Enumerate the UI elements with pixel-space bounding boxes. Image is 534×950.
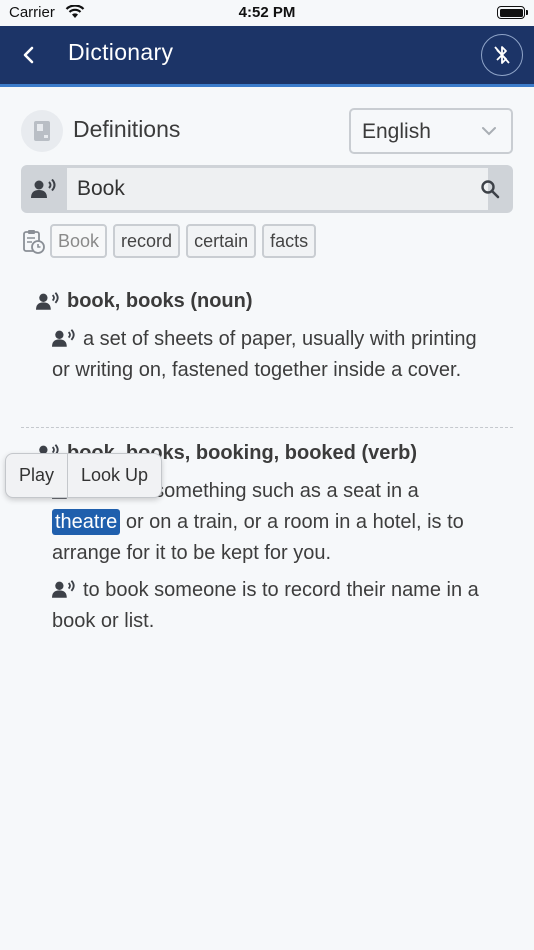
history-chips: Book record certain facts	[50, 224, 317, 258]
entry-heading-text: book, books (noun)	[67, 290, 253, 312]
text-selection-menu: Play Look Up	[5, 453, 163, 498]
definition-text: a set of sheets of paper, usually with p…	[52, 328, 477, 381]
chevron-left-icon	[23, 46, 34, 64]
battery-icon	[497, 6, 528, 19]
bluetooth-button[interactable]	[481, 34, 523, 76]
magnifier-icon	[481, 180, 500, 199]
definition-text: to book someone is to record their name …	[52, 579, 479, 632]
nav-title: Dictionary	[68, 39, 174, 65]
entry-heading[interactable]: book, books (noun)	[36, 290, 253, 313]
speaker-person-icon	[36, 292, 59, 310]
menu-item-play[interactable]: Play	[6, 454, 67, 497]
search-input[interactable]	[67, 168, 488, 210]
history-chip[interactable]: certain	[186, 224, 257, 258]
dictionary-icon-badge	[21, 110, 63, 152]
nav-bar: Dictionary	[0, 26, 534, 87]
speaker-person-icon	[52, 580, 75, 598]
back-button[interactable]	[12, 38, 46, 72]
clipboard-history-icon	[23, 230, 45, 254]
speaker-person-icon	[52, 329, 75, 347]
dictionary-book-icon	[34, 121, 50, 141]
history-chip[interactable]: record	[113, 224, 181, 258]
language-value: English	[362, 120, 431, 143]
bluetooth-off-icon	[494, 46, 510, 64]
speak-search-button[interactable]	[21, 165, 67, 213]
selected-word[interactable]: theatre	[52, 509, 121, 535]
clock: 4:52 PM	[238, 4, 296, 21]
definition[interactable]: a set of sheets of paper, usually with p…	[52, 324, 492, 386]
status-bar: Carrier 4:52 PM	[0, 0, 534, 26]
chevron-down-icon	[482, 127, 496, 136]
search-bar	[21, 165, 513, 213]
menu-item-look-up[interactable]: Look Up	[67, 454, 161, 497]
history-chip[interactable]: Book	[50, 224, 108, 258]
language-select[interactable]: English	[349, 108, 513, 154]
entry-divider	[21, 427, 513, 428]
section-title: Definitions	[73, 116, 181, 142]
speaker-person-icon	[31, 179, 56, 198]
history-chip[interactable]: facts	[262, 224, 317, 258]
definition[interactable]: to book someone is to record their name …	[52, 575, 492, 637]
search-button[interactable]	[467, 165, 513, 213]
